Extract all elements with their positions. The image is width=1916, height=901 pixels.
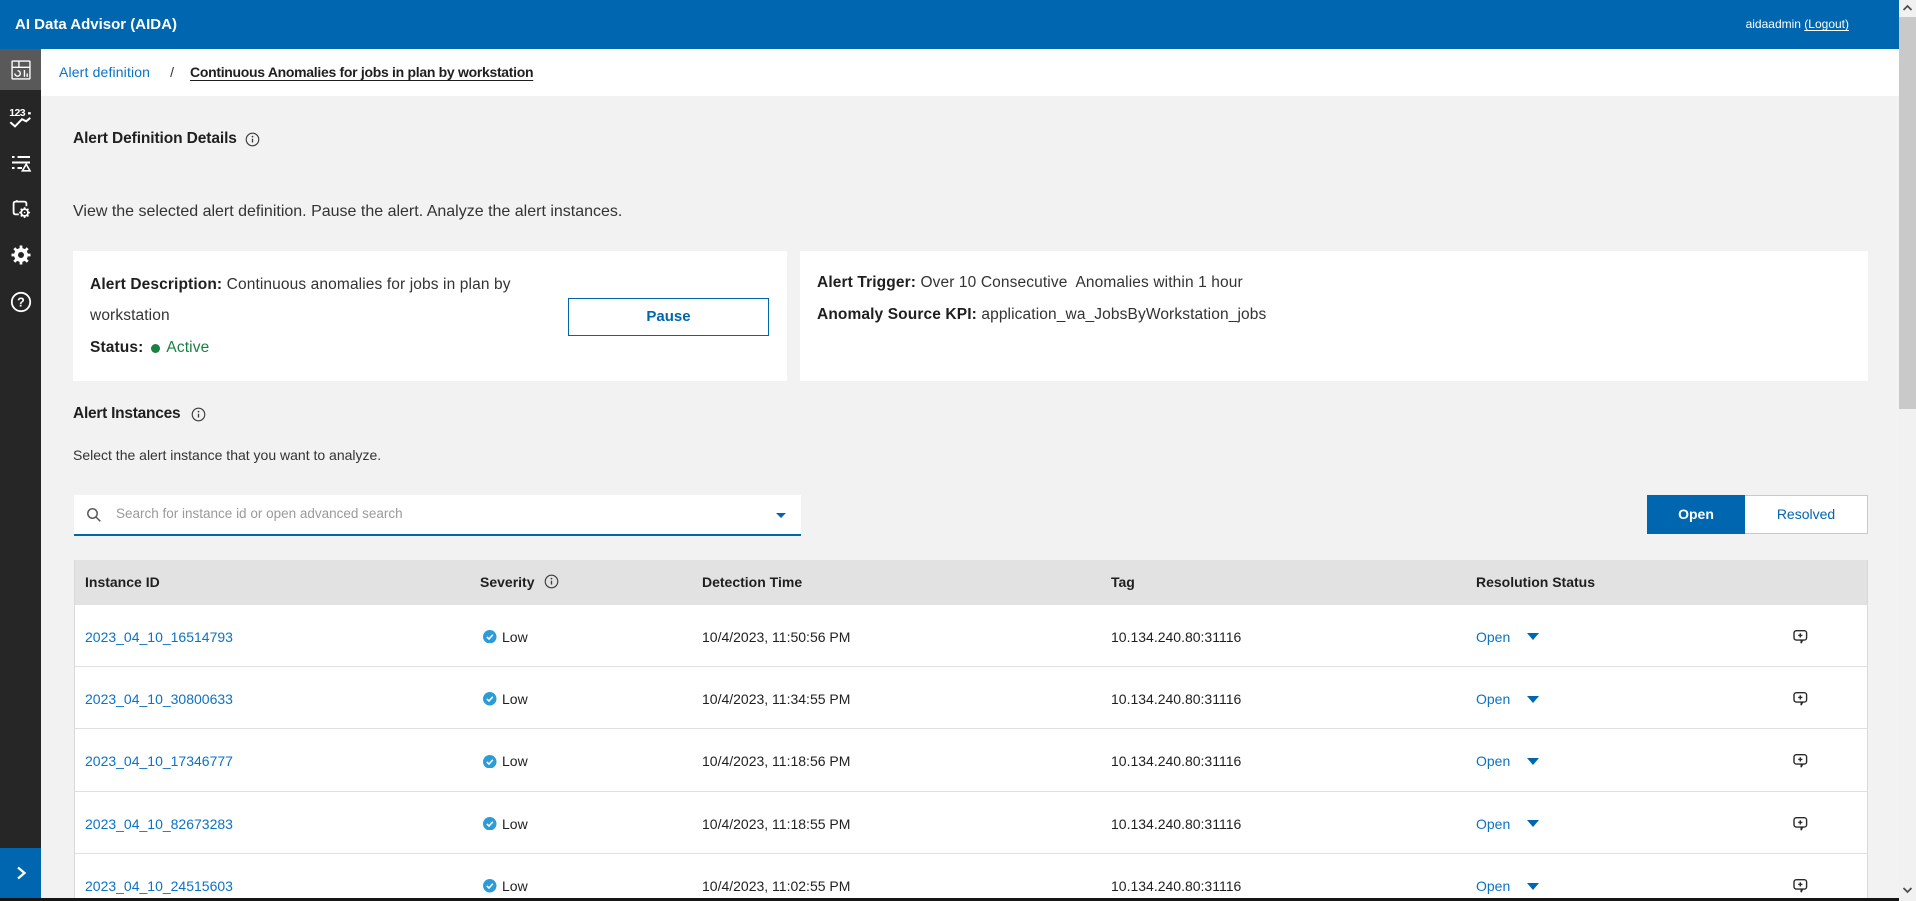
svg-text:123: 123	[9, 107, 25, 119]
svg-text:?: ?	[17, 295, 25, 309]
